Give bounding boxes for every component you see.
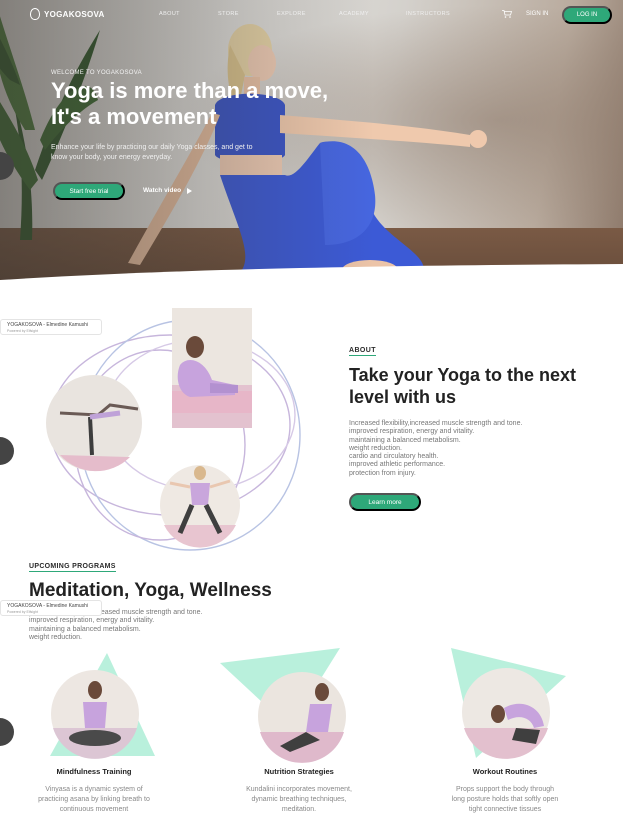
program-card-image xyxy=(50,653,155,759)
benefit-item: weight reduction. xyxy=(29,633,82,641)
benefit-item: maintaining a balanced metabolism. xyxy=(29,625,141,633)
description-line: long posture holds that softly open xyxy=(451,796,559,803)
hero-description: Enhance your life by practicing our dail… xyxy=(51,144,253,161)
programs-title: Meditation, Yoga, Wellness xyxy=(29,580,272,601)
program-card-image xyxy=(220,648,346,763)
hero-section: YOGAKOSOVA ABOUT STORE EXPLORE ACADEMY I… xyxy=(0,0,623,300)
top-navigation: YOGAKOSOVA ABOUT STORE EXPLORE ACADEMY I… xyxy=(0,0,623,30)
watch-video-label: Watch video xyxy=(143,187,182,194)
programs-section-label: UPCOMING PROGRAMS xyxy=(29,563,116,572)
cart-icon[interactable] xyxy=(502,10,512,18)
lotus-logo-icon xyxy=(30,8,40,20)
about-benefits-list: Increased flexibility,increased muscle s… xyxy=(349,420,599,478)
nav-link-instructors[interactable]: INSTRUCTORS xyxy=(406,11,450,17)
description-line: Kundalini incorporates movement, xyxy=(246,786,352,793)
play-icon xyxy=(187,187,193,194)
program-card-title: Nutrition Strategies xyxy=(264,767,334,776)
lunge-pose-photo xyxy=(160,465,240,548)
benefit-item: protection from injury. xyxy=(349,469,416,477)
brand-name: YOGAKOSOVA xyxy=(44,9,105,19)
program-card-description: Kundalini incorporates movement, dynamic… xyxy=(209,785,389,815)
widget-subtitle: Powered by Elfsight xyxy=(7,610,38,614)
hero-title-line-2: It's a movement xyxy=(51,104,217,129)
hero-curve-divider xyxy=(0,264,623,300)
benefit-item: cardio and circulatory health. xyxy=(349,453,439,461)
description-line: meditation. xyxy=(281,806,317,813)
log-in-button[interactable]: LOG IN xyxy=(562,6,612,24)
description-line: dynamic breathing techniques, xyxy=(251,796,347,803)
social-widget-2[interactable]: YOGAKOSOVA - Elmedine Kamushi Powered by… xyxy=(0,600,102,616)
program-card-image xyxy=(451,648,566,759)
program-card-title: Mindfulness Training xyxy=(56,767,132,776)
nav-link-about[interactable]: ABOUT xyxy=(159,11,180,17)
benefit-item: weight reduction. xyxy=(349,444,402,452)
benefit-item: Increased flexibility,increased muscle s… xyxy=(349,420,523,427)
about-collage xyxy=(46,308,301,551)
nav-link-academy[interactable]: ACADEMY xyxy=(339,11,369,17)
watch-video-link[interactable]: Watch video xyxy=(143,187,193,194)
description-line: Props support the body through xyxy=(455,786,555,793)
carousel-edge-handle-2[interactable] xyxy=(0,437,14,465)
warrior-pose-photo xyxy=(46,375,142,472)
benefit-item: maintaining a balanced metabolism. xyxy=(349,436,461,444)
program-card-title: Workout Routines xyxy=(472,767,538,776)
hero-eyebrow: WELCOME TO YOGAKOSOVA xyxy=(51,70,142,76)
hero-title-line-1: Yoga is more than a move, xyxy=(51,78,329,103)
start-free-trial-button[interactable]: Start free trial xyxy=(53,182,125,200)
description-line: continuous movement xyxy=(59,806,129,813)
nav-link-explore[interactable]: EXPLORE xyxy=(277,11,306,17)
about-title: Take your Yoga to the next level with us xyxy=(349,365,577,407)
description-line: Vinyasa is a dynamic system of xyxy=(45,786,143,793)
program-card-description: Props support the body through long post… xyxy=(415,785,595,815)
description-line: tight connective tissues xyxy=(468,806,542,813)
sign-in-link[interactable]: SIGN IN xyxy=(526,11,548,17)
benefit-item: improved respiration, energy and vitalit… xyxy=(29,617,155,625)
benefit-item: improved respiration, energy and vitalit… xyxy=(349,428,475,436)
about-section-label: ABOUT xyxy=(349,347,376,356)
program-card-description: Vinyasa is a dynamic system of practicin… xyxy=(4,785,184,815)
benefit-item: improved athletic performance. xyxy=(349,461,446,469)
hero-title: Yoga is more than a move, It's a movemen… xyxy=(51,78,371,130)
brand-logo[interactable]: YOGAKOSOVA xyxy=(30,8,105,20)
nav-link-store[interactable]: STORE xyxy=(218,11,239,17)
description-line: practicing asana by linking breath to xyxy=(38,796,150,803)
learn-more-button[interactable]: Learn more xyxy=(349,493,421,511)
stretch-photo xyxy=(172,308,252,428)
